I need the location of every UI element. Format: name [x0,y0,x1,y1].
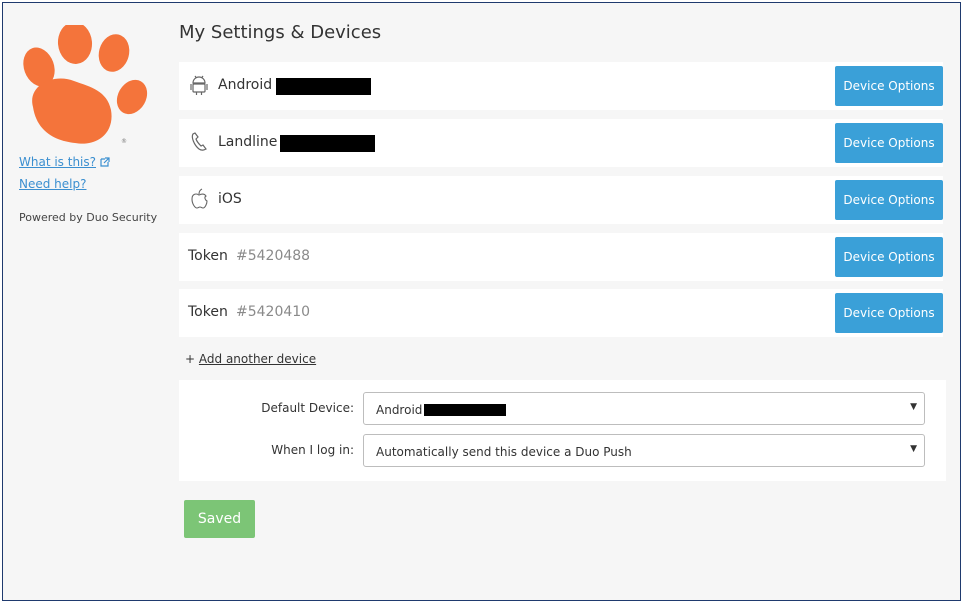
device-name: iOS [218,191,242,207]
add-prefix: + [185,352,196,366]
device-name: Landline [218,134,278,150]
powered-by-text: Powered by Duo Security [19,211,158,224]
token-number: #5420488 [236,248,311,264]
dropdown-arrow-icon: ▼ [910,444,917,454]
redacted-number [276,78,371,95]
svg-text:®: ® [121,138,127,145]
device-row-android: Android Device Options [179,62,943,110]
default-device-value: Android [376,403,423,417]
device-name: Token [188,304,228,320]
apple-icon [191,188,208,209]
default-device-label: Default Device: [261,401,354,415]
what-is-this-label: What is this? [19,155,97,169]
device-name: Token [188,248,228,264]
device-name: Android [218,77,273,93]
what-is-this-link[interactable]: What is this? [19,155,169,169]
page-title: My Settings & Devices [179,22,382,43]
add-another-device-link[interactable]: Add another device [199,352,316,366]
device-row-landline: Landline Device Options [179,119,943,167]
sidebar-links: What is this? Need help? [19,155,169,199]
dropdown-arrow-icon: ▼ [910,402,917,412]
settings-panel: Default Device: Android ▼ When I log in:… [179,380,946,481]
device-row-ios: iOS Device Options [179,176,943,224]
login-action-value: Automatically send this device a Duo Pus… [376,445,632,459]
phone-icon [191,132,207,151]
need-help-link[interactable]: Need help? [19,177,169,191]
device-options-button[interactable]: Device Options [835,180,943,220]
device-options-button[interactable]: Device Options [835,123,943,163]
android-icon [190,75,208,95]
window-frame: ® What is this? Need help? Powered by Du… [2,2,961,601]
device-row-token-2: Token #5420410 Device Options [179,289,943,337]
saved-button[interactable]: Saved [184,500,255,538]
device-row-token-1: Token #5420488 Device Options [179,233,943,281]
device-options-button[interactable]: Device Options [835,66,943,106]
redacted-number [280,135,375,152]
login-action-label: When I log in: [271,443,354,457]
default-device-select[interactable]: Android ▼ [363,392,925,425]
tiger-paw-logo: ® [23,25,148,145]
login-action-select[interactable]: Automatically send this device a Duo Pus… [363,434,925,467]
device-options-button[interactable]: Device Options [835,293,943,333]
redacted-number [424,404,506,416]
token-number: #5420410 [236,304,311,320]
device-options-button[interactable]: Device Options [835,237,943,277]
external-link-icon [100,157,110,167]
add-device-row: + Add another device [185,352,316,366]
